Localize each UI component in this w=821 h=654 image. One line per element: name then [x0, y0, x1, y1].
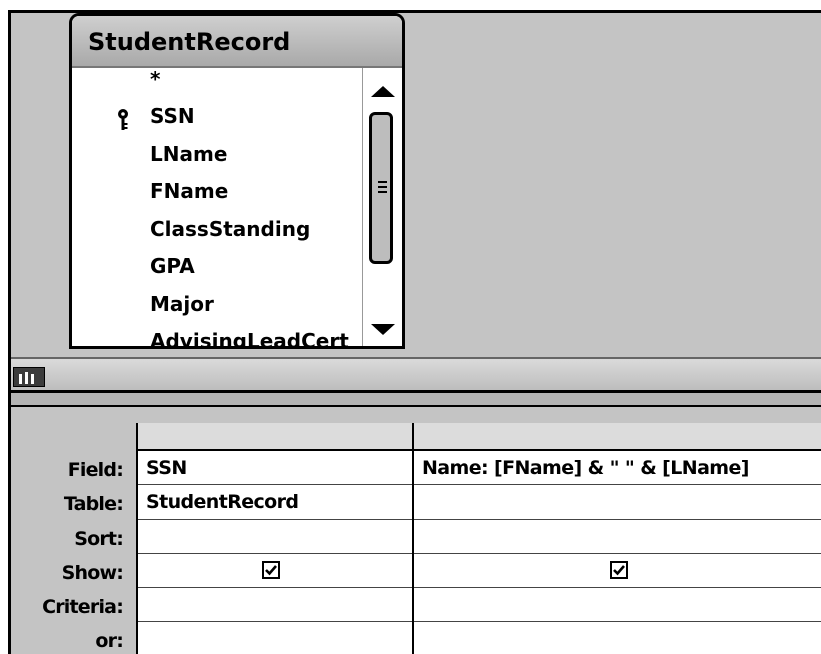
- row-label-show: Show:: [61, 561, 124, 584]
- arrow-up-icon[interactable]: [371, 86, 395, 97]
- field-label: AdvisingLeadCert: [150, 329, 349, 349]
- table-title[interactable]: StudentRecord: [72, 16, 402, 68]
- design-grid: Field: Table: Sort: Show: Criteria: or: …: [11, 393, 821, 654]
- sort-cell[interactable]: [138, 520, 412, 554]
- grip-line: [378, 191, 387, 193]
- table-pane: StudentRecord * SSN LName FName ClassSta…: [11, 13, 821, 357]
- grip-line: [378, 181, 387, 183]
- column-selector[interactable]: [414, 423, 821, 451]
- or-cell[interactable]: [414, 622, 821, 654]
- checkmark-icon: [265, 565, 277, 576]
- table-cell[interactable]: [414, 485, 821, 520]
- field-label: Major: [150, 291, 214, 316]
- splitter-icon[interactable]: [13, 367, 45, 387]
- arrow-down-icon[interactable]: [371, 324, 395, 335]
- field-label: SSN: [150, 104, 195, 128]
- row-label-table: Table:: [63, 493, 124, 516]
- row-headers: Field: Table: Sort: Show: Criteria: or:: [11, 453, 131, 654]
- field-label: GPA: [150, 254, 195, 278]
- column-selector[interactable]: [138, 423, 412, 451]
- field-label: ClassStanding: [150, 216, 311, 241]
- field-label: LName: [150, 141, 228, 166]
- field-label: *: [150, 68, 161, 91]
- row-label-field: Field:: [67, 459, 124, 481]
- splitter-icon-bar: [31, 374, 34, 384]
- field-item-major[interactable]: Major: [72, 286, 362, 324]
- field-item-fname[interactable]: FName: [72, 173, 362, 211]
- show-checkbox[interactable]: [610, 560, 628, 579]
- criteria-cell[interactable]: [414, 588, 821, 623]
- show-cell: [414, 554, 821, 589]
- field-cell[interactable]: SSN: [138, 451, 412, 486]
- row-label-sort: Sort:: [74, 527, 124, 550]
- field-item-advising[interactable]: AdvisingLeadCert: [72, 323, 362, 349]
- show-checkbox[interactable]: [262, 560, 280, 579]
- query-design-window: StudentRecord * SSN LName FName ClassSta…: [8, 10, 821, 654]
- pane-splitter[interactable]: [11, 357, 821, 393]
- row-label-criteria: Criteria:: [42, 596, 124, 619]
- field-item-lname[interactable]: LName: [72, 136, 362, 174]
- grip-line: [378, 186, 387, 188]
- field-item-all[interactable]: *: [72, 68, 362, 98]
- row-label-or: or:: [95, 630, 123, 653]
- field-list-scrollbar[interactable]: [362, 68, 402, 346]
- grid-columns: SSN StudentRecord Name: [FName] & " " & …: [136, 423, 821, 654]
- splitter-icon-bar: [25, 372, 28, 384]
- show-cell: [138, 554, 412, 589]
- grid-column-2: Name: [FName] & " " & [LName]: [414, 423, 821, 654]
- grid-column-1: SSN StudentRecord: [138, 423, 414, 654]
- field-label: FName: [150, 179, 229, 203]
- field-item-classstanding[interactable]: ClassStanding: [72, 211, 362, 249]
- field-item-gpa[interactable]: GPA: [72, 248, 362, 286]
- field-list: * SSN LName FName ClassStanding GPA Majo…: [72, 68, 362, 349]
- field-cell[interactable]: Name: [FName] & " " & [LName]: [414, 451, 821, 486]
- key-icon: [116, 106, 130, 130]
- splitter-icon-bar: [19, 374, 22, 384]
- table-cell[interactable]: StudentRecord: [138, 485, 412, 520]
- or-cell[interactable]: [138, 622, 412, 654]
- checkmark-icon: [613, 565, 625, 576]
- field-item-ssn[interactable]: SSN: [72, 98, 362, 136]
- criteria-cell[interactable]: [138, 588, 412, 623]
- sort-cell[interactable]: [414, 520, 821, 554]
- table-field-list[interactable]: StudentRecord * SSN LName FName ClassSta…: [69, 13, 405, 349]
- scroll-thumb[interactable]: [369, 112, 393, 264]
